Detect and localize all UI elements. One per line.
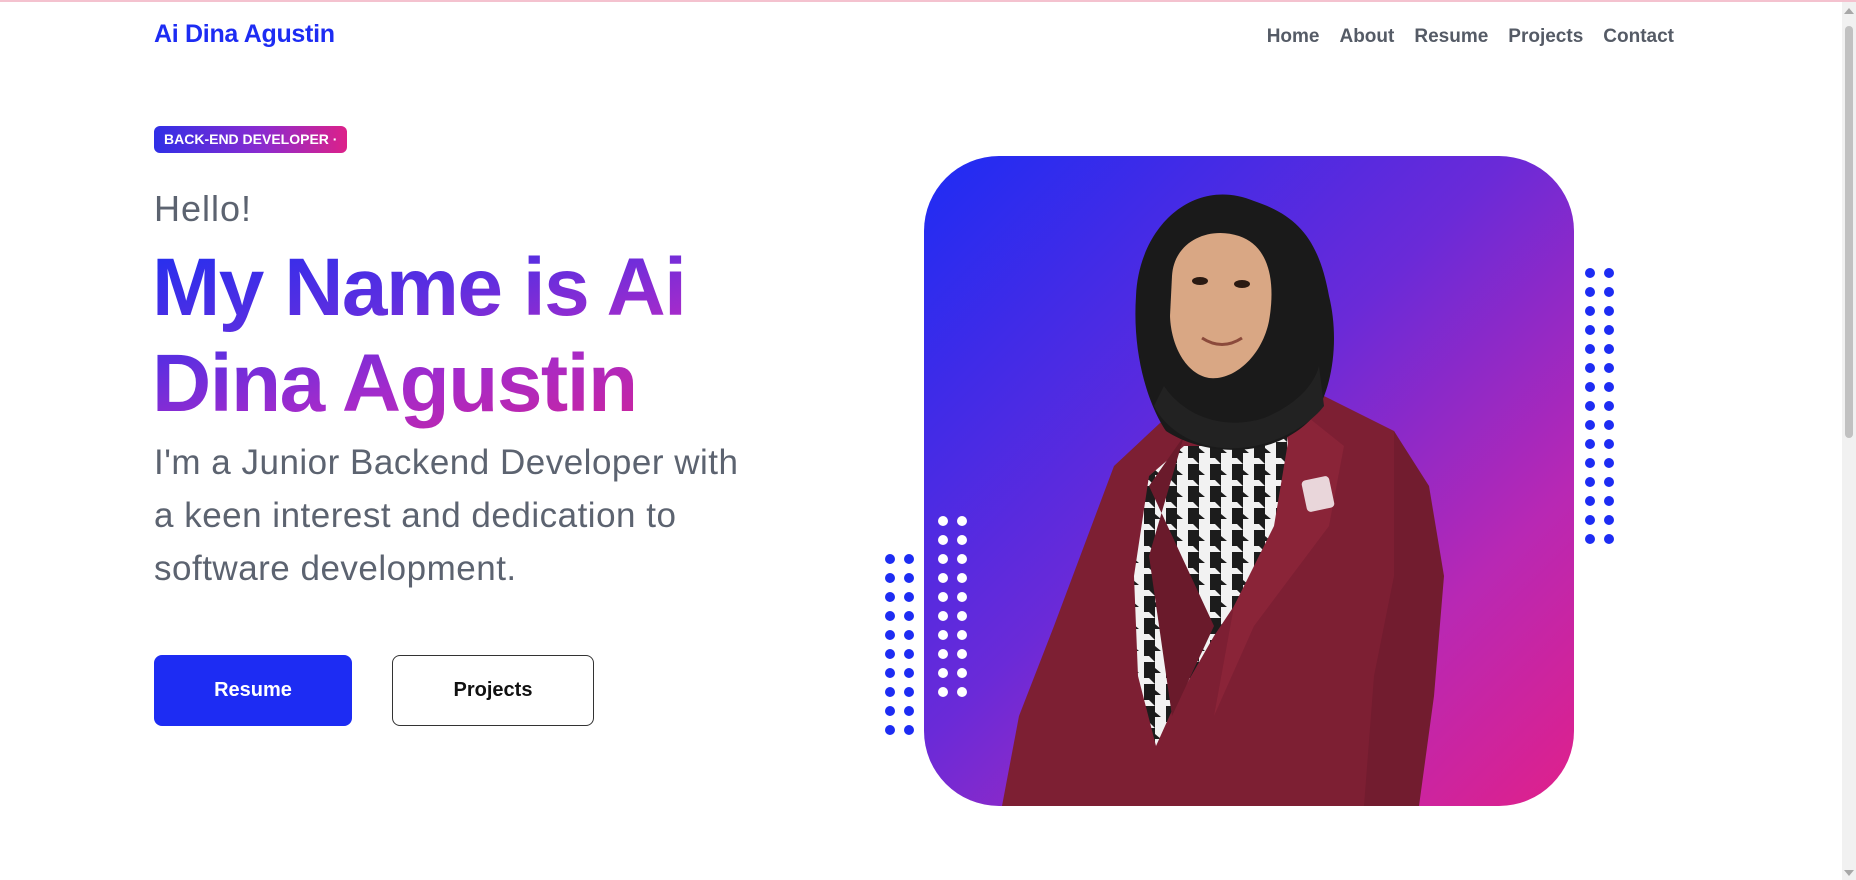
profile-photo — [924, 156, 1574, 806]
hero-intro: I'm a Junior Backend Developer with a ke… — [154, 443, 739, 588]
projects-button[interactable]: Projects — [392, 655, 594, 726]
person-photo-icon — [1002, 194, 1444, 806]
scroll-up-icon[interactable] — [1844, 8, 1854, 14]
headline-line-1: My Name is Ai — [152, 242, 686, 333]
nav-projects[interactable]: Projects — [1508, 26, 1583, 48]
page: Ai Dina Agustin Home About Resume Projec… — [0, 0, 1856, 880]
nav-about[interactable]: About — [1339, 26, 1394, 48]
resume-button[interactable]: Resume — [154, 655, 352, 726]
nav-home[interactable]: Home — [1267, 26, 1320, 48]
headline-line-2: Dina Agustin — [152, 338, 637, 429]
site-logo[interactable]: Ai Dina Agustin — [154, 20, 335, 49]
scrollbar-thumb[interactable] — [1845, 26, 1853, 438]
dot-grid-icon — [1585, 268, 1614, 544]
hero-headline: My Name is Ai Dina Agustin — [152, 240, 772, 432]
dot-grid-icon — [885, 554, 914, 735]
page-scrollbar[interactable] — [1842, 2, 1856, 880]
nav-resume[interactable]: Resume — [1414, 26, 1488, 48]
nav-contact[interactable]: Contact — [1603, 26, 1674, 48]
scroll-down-icon[interactable] — [1844, 870, 1854, 876]
dot-grid-icon — [938, 516, 967, 697]
main-nav: Home About Resume Projects Contact — [1267, 26, 1674, 48]
role-badge: BACK-END DEVELOPER · — [154, 126, 348, 153]
hero-greeting: Hello! — [154, 188, 253, 229]
